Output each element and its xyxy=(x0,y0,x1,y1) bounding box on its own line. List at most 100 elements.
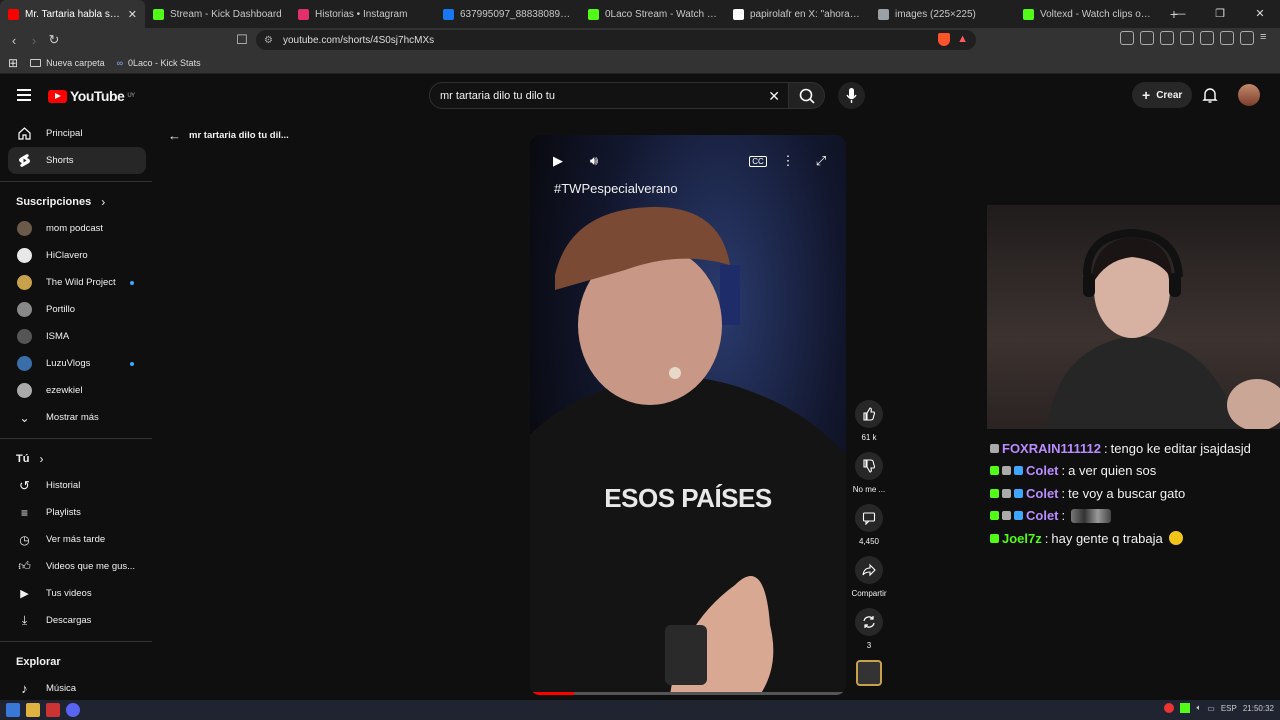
browser-tab[interactable]: Mr. Tartaria habla sobre el ✕ xyxy=(0,0,145,28)
rewards-icon[interactable]: ▲ xyxy=(957,33,968,45)
sidebar-item-home[interactable]: Principal xyxy=(0,120,146,147)
keyboard-language[interactable]: ESP xyxy=(1221,704,1237,713)
share-button[interactable]: Compartir xyxy=(848,556,890,598)
menu-icon[interactable]: ≡ xyxy=(1260,31,1274,45)
close-window-icon[interactable]: ✕ xyxy=(1240,0,1280,28)
browser-tab[interactable]: 0Laco Stream - Watch Live on xyxy=(580,0,725,28)
tab-favicon-icon xyxy=(588,8,599,20)
fullscreen-icon[interactable]: ⤢ xyxy=(811,149,831,173)
vpn-icon[interactable] xyxy=(1240,31,1254,45)
chat-username[interactable]: Joel7z xyxy=(1002,531,1042,546)
bookmark-page-icon[interactable]: ☐ xyxy=(232,32,252,48)
account-avatar[interactable] xyxy=(1238,84,1260,106)
subscriptions-header[interactable]: Suscripciones › xyxy=(0,189,154,215)
like-button[interactable]: 61 k xyxy=(848,400,890,442)
volume-icon[interactable]: 🔊︎ xyxy=(584,149,604,173)
clear-search-icon[interactable]: ✕ xyxy=(768,88,780,105)
dislike-button[interactable]: No me ... xyxy=(848,452,890,494)
browser-tab[interactable]: images (225×225) xyxy=(870,0,1015,28)
you-header[interactable]: Tú › xyxy=(0,446,154,472)
sidebar-item-liked[interactable]: 👍︎ Videos que me gus... xyxy=(0,553,146,580)
sidebar-item-shorts[interactable]: Shorts xyxy=(8,147,146,174)
browser-nav-bar: ‹ › ↻ ☐ ⚙ youtube.com/shorts/4S0sj7hcMXs… xyxy=(0,28,1280,52)
browser-tab[interactable]: Historias • Instagram xyxy=(290,0,435,28)
folder-icon xyxy=(30,58,42,67)
restore-icon[interactable]: ❐ xyxy=(1200,0,1240,28)
search-input[interactable]: mr tartaria dilo tu dilo tu ✕ xyxy=(429,82,789,109)
short-video-player[interactable]: ▶ 🔊︎ CC ⋮ ⤢ #TWPespecialverano ESOS PAÍS… xyxy=(530,135,846,695)
comments-button[interactable]: 4,450 xyxy=(848,504,890,546)
reload-icon[interactable]: ↻ xyxy=(44,32,64,48)
chat-username[interactable]: Colet xyxy=(1026,486,1059,501)
bookmark-link[interactable]: ∞ 0Laco - Kick Stats xyxy=(117,58,201,68)
like-count: 61 k xyxy=(861,433,877,442)
bookmark-folder[interactable]: Nueva carpeta xyxy=(30,58,105,68)
close-tab-icon[interactable]: ✕ xyxy=(128,8,137,21)
media-icon[interactable] xyxy=(1160,31,1174,45)
chat-username[interactable]: Colet xyxy=(1026,508,1059,523)
site-info-icon[interactable]: ⚙ xyxy=(264,35,273,46)
obs-icon[interactable] xyxy=(1164,703,1175,713)
more-options-icon[interactable]: ⋮ xyxy=(780,149,796,173)
sidebar-item-channel[interactable]: HiClavero xyxy=(0,242,146,269)
sidebar-item-history[interactable]: ↺ Historial xyxy=(0,472,146,499)
chat-username[interactable]: Colet xyxy=(1026,463,1059,478)
home-icon xyxy=(17,126,32,141)
chat-username[interactable]: FOXRAIN111112 xyxy=(1002,441,1101,456)
create-button[interactable]: + Crear xyxy=(1132,82,1193,108)
tab-favicon-icon xyxy=(298,8,309,20)
clock[interactable]: 21:50:32 xyxy=(1243,704,1274,713)
captions-icon[interactable]: CC xyxy=(748,149,768,173)
extension-icon[interactable] xyxy=(1120,31,1134,45)
back-arrow-icon[interactable]: ‹ xyxy=(4,33,24,48)
apps-grid-icon[interactable]: ⊞ xyxy=(8,56,18,70)
brave-shield-icon[interactable] xyxy=(938,33,950,46)
browser-tab[interactable]: 637995097_888380894010902 xyxy=(435,0,580,28)
wallet-icon[interactable] xyxy=(1200,31,1214,45)
sidebar-item-videos[interactable]: ▶ Tus videos xyxy=(0,580,146,607)
voice-search-button[interactable] xyxy=(838,82,865,109)
sidebar-item-channel[interactable]: mom podcast xyxy=(0,215,146,242)
menu-hamburger-icon[interactable] xyxy=(17,89,31,101)
minimize-icon[interactable]: — xyxy=(1160,0,1200,28)
back-to-results[interactable]: ← mr tartaria dilo tu dil... xyxy=(168,128,289,143)
browser-tab[interactable]: Stream - Kick Dashboard xyxy=(145,0,290,28)
browser-tab[interactable]: papirolafr en X: "ahora todo el xyxy=(725,0,870,28)
sidebar-item-channel[interactable]: LuzuVlogs xyxy=(0,350,146,377)
sidebar-item-show-more[interactable]: ⌄ Mostrar más xyxy=(0,404,146,431)
channel-avatar-icon xyxy=(17,275,32,290)
sidebar-item-later[interactable]: ◷ Ver más tarde xyxy=(0,526,146,553)
remix-button[interactable]: 3 xyxy=(848,608,890,650)
sidebar-item-channel[interactable]: ezewkiel xyxy=(0,377,146,404)
video-hashtag[interactable]: #TWPespecialverano xyxy=(554,181,678,196)
network-icon[interactable]: ▭ xyxy=(1207,704,1215,713)
sidebar-item-download[interactable]: ⤓ Descargas xyxy=(0,607,146,634)
sidebar-icon[interactable] xyxy=(1180,31,1194,45)
tab-title: Historias • Instagram xyxy=(315,8,408,20)
play-icon[interactable]: ▶ xyxy=(548,149,568,173)
sidebar-item-channel[interactable]: The Wild Project xyxy=(0,269,146,296)
start-icon[interactable] xyxy=(6,703,20,717)
puzzle-icon[interactable] xyxy=(1140,31,1154,45)
sidebar-item-channel[interactable]: ISMA xyxy=(0,323,146,350)
speaker-icon[interactable]: 🔈︎ xyxy=(1196,703,1201,713)
forward-arrow-icon[interactable]: › xyxy=(24,33,44,48)
file-explorer-icon[interactable] xyxy=(26,703,40,717)
channel-avatar[interactable] xyxy=(856,660,882,686)
discord-taskbar-icon[interactable] xyxy=(66,703,80,717)
kick-tray-icon[interactable] xyxy=(1180,703,1191,713)
browser-tab[interactable]: Voltexd - Watch clips on Kick xyxy=(1015,0,1160,28)
youtube-logo[interactable]: YouTube UY xyxy=(48,88,135,104)
leo-icon[interactable] xyxy=(1220,31,1234,45)
section-title: Suscripciones xyxy=(16,196,92,208)
sidebar-item-playlists[interactable]: ≡ Playlists xyxy=(0,499,146,526)
share-icon xyxy=(862,563,876,577)
sidebar-item-channel[interactable]: Portillo xyxy=(0,296,146,323)
sidebar-item-music[interactable]: ♪ Música xyxy=(0,675,146,702)
search-button[interactable] xyxy=(789,82,825,109)
progress-bar[interactable] xyxy=(530,692,846,695)
notifications-bell-icon[interactable] xyxy=(1202,86,1218,104)
chat-colon: : xyxy=(1044,530,1049,546)
browser-taskbar-icon[interactable] xyxy=(46,703,60,717)
address-bar[interactable]: ⚙ youtube.com/shorts/4S0sj7hcMXs ▲ xyxy=(256,30,976,50)
